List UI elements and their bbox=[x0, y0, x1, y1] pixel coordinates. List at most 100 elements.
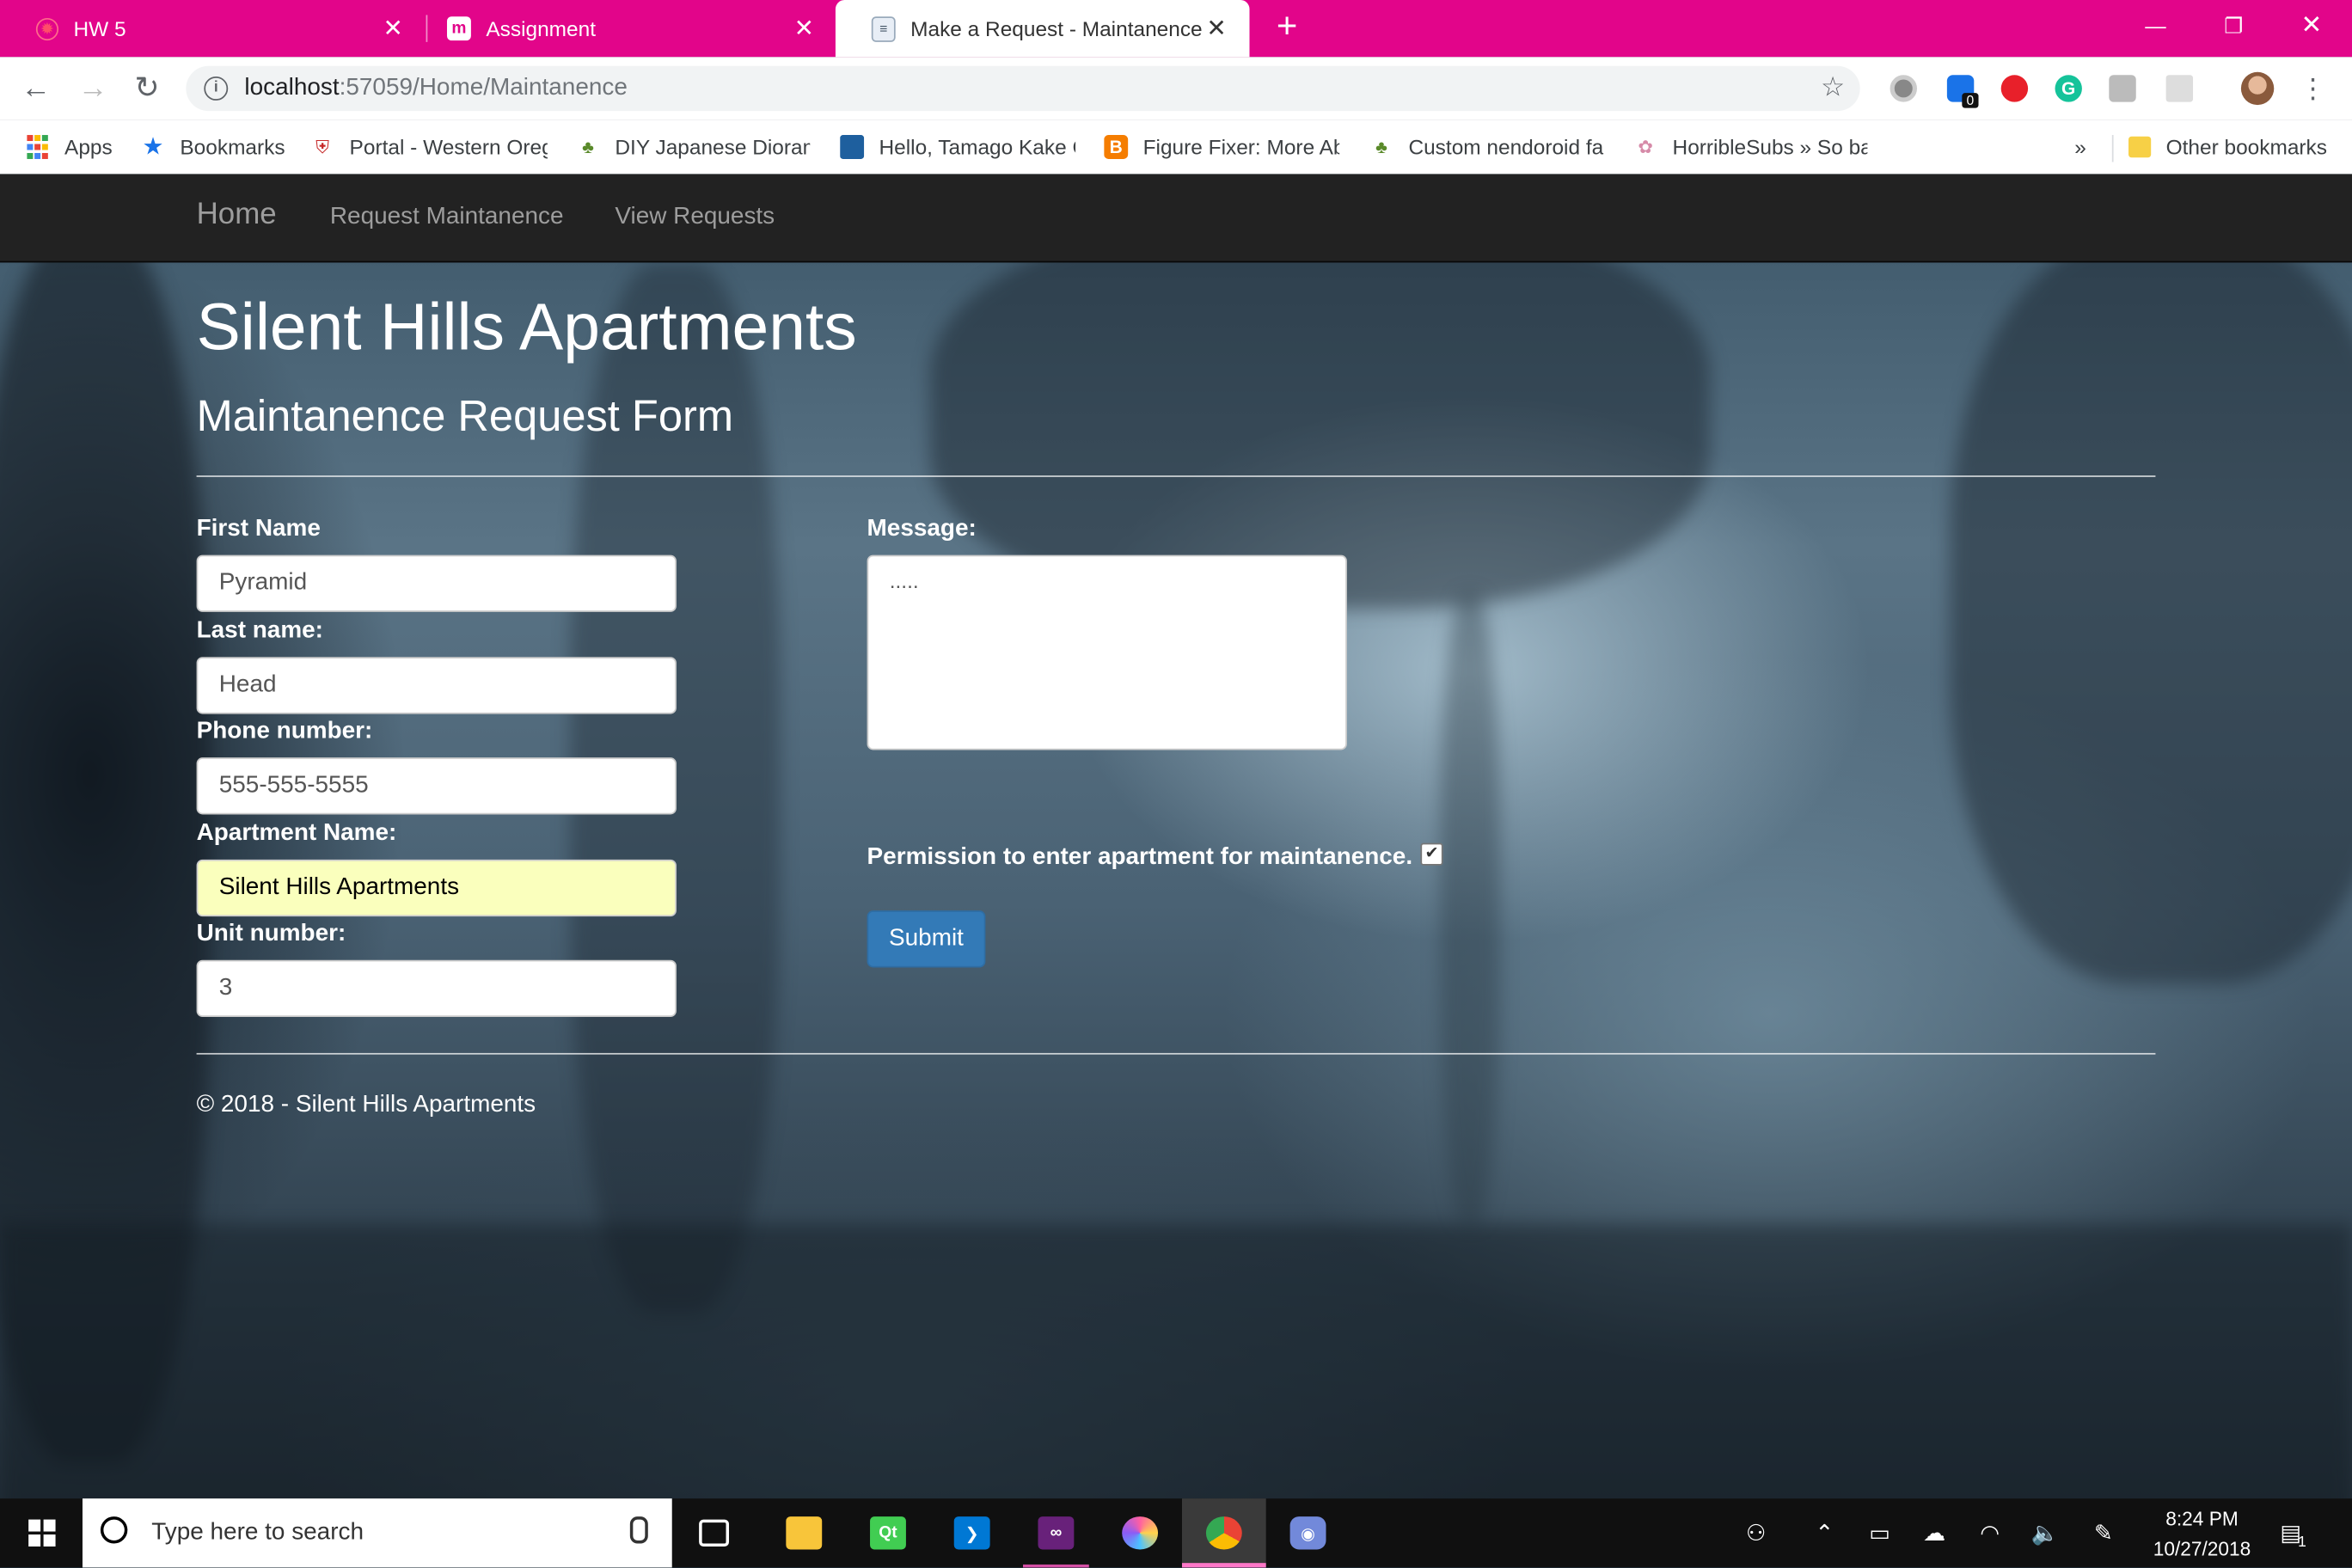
windows-taskbar: Type here to search Qt ❯ ∞ ◉ ⚇ ⌃ ▭ ☁ ◠ 🔈… bbox=[0, 1498, 2352, 1568]
bookmark-label: Hello, Tamago Kake G bbox=[879, 135, 1076, 159]
site-info-icon[interactable]: i bbox=[204, 76, 229, 101]
tab-title: HW 5 bbox=[73, 16, 126, 41]
discord-icon[interactable]: ◉ bbox=[1266, 1498, 1351, 1567]
tree-silhouette bbox=[1440, 593, 1500, 1224]
task-view-icon[interactable] bbox=[672, 1498, 756, 1567]
phone-input[interactable]: 555-555-5555 bbox=[196, 757, 677, 815]
bookmark-horriblesubs[interactable]: ✿ HorribleSubs » So ba bbox=[1633, 132, 1867, 162]
document-favicon-icon: ≡ bbox=[871, 15, 896, 41]
qt-creator-icon[interactable]: Qt bbox=[846, 1498, 930, 1567]
battery-icon[interactable]: ▭ bbox=[1869, 1520, 1890, 1547]
shield-icon: ⛨ bbox=[315, 135, 330, 157]
tab-title: Make a Request - Maintanence bbox=[910, 16, 1202, 41]
first-name-input[interactable]: Pyramid bbox=[196, 554, 677, 612]
window-close-button[interactable]: ✕ bbox=[2274, 0, 2349, 51]
vs-code-icon[interactable]: ❯ bbox=[930, 1498, 1014, 1567]
bookmark-nendoroid[interactable]: ♣ Custom nendoroid fa bbox=[1369, 132, 1603, 162]
last-name-input[interactable]: Head bbox=[196, 657, 677, 714]
bookmark-label: Apps bbox=[64, 135, 113, 159]
close-tab-icon[interactable]: ✕ bbox=[1202, 14, 1232, 44]
last-name-label: Last name: bbox=[196, 617, 323, 644]
browser-toolbar: ← → ↻ i localhost:57059/Home/Maintanence… bbox=[0, 57, 2352, 120]
more-bookmarks-chevron-icon[interactable]: » bbox=[2074, 132, 2095, 162]
tab-assignment[interactable]: m Assignment ✕ bbox=[411, 0, 837, 57]
message-textarea[interactable]: ..... bbox=[867, 554, 1347, 750]
bookmark-label: DIY Japanese Dioram bbox=[615, 135, 811, 159]
apps-grid-icon bbox=[26, 135, 50, 159]
menu-kebab-icon[interactable]: ⋮ bbox=[2295, 70, 2331, 107]
new-tab-button[interactable]: + bbox=[1269, 9, 1305, 45]
footer-copyright: © 2018 - Silent Hills Apartments bbox=[196, 1092, 536, 1118]
bookmark-bookmarks[interactable]: ★ Bookmarks bbox=[141, 132, 291, 162]
bookmark-other[interactable]: Other bookmarks bbox=[2128, 132, 2338, 162]
address-bar[interactable]: i localhost:57059/Home/Maintanence ☆ bbox=[186, 65, 1860, 112]
unit-number-label: Unit number: bbox=[196, 921, 346, 947]
minimize-button[interactable]: — bbox=[2118, 0, 2193, 51]
extension-gray-icon[interactable] bbox=[2109, 75, 2136, 102]
volume-icon[interactable]: 🔈 bbox=[2031, 1520, 2060, 1547]
pen-icon[interactable]: ✎ bbox=[2094, 1520, 2113, 1547]
chrome-icon[interactable] bbox=[1181, 1498, 1266, 1568]
bookmark-portal[interactable]: ⛨ Portal - Western Oreg bbox=[310, 132, 548, 162]
star-icon: ★ bbox=[142, 135, 164, 161]
pdf-extension-icon[interactable] bbox=[2165, 75, 2194, 102]
bookmark-star-icon[interactable]: ☆ bbox=[1821, 72, 1845, 104]
nav-brand-home[interactable]: Home bbox=[197, 198, 277, 232]
wifi-icon[interactable]: ◠ bbox=[1980, 1520, 2000, 1547]
tab-make-request[interactable]: ≡ Make a Request - Maintanence ✕ bbox=[835, 0, 1250, 58]
nav-request-maintanence[interactable]: Request Maintanence bbox=[330, 204, 564, 230]
back-arrow-icon[interactable]: ← bbox=[18, 70, 54, 107]
clock-date: 10/27/2018 bbox=[2153, 1537, 2251, 1560]
submit-button[interactable]: Submit bbox=[867, 910, 986, 968]
bookmark-diorama[interactable]: ♣ DIY Japanese Dioram bbox=[576, 132, 810, 162]
people-icon[interactable]: ⚇ bbox=[1746, 1520, 1766, 1547]
tab-hw5[interactable]: ✹ HW 5 ✕ bbox=[0, 0, 426, 57]
close-tab-icon[interactable]: ✕ bbox=[378, 14, 408, 44]
moodle-favicon-icon: m bbox=[446, 16, 471, 41]
url-text[interactable]: localhost:57059/Home/Maintanence bbox=[244, 75, 627, 101]
taskbar-clock[interactable]: 8:24 PM 10/27/2018 bbox=[2130, 1504, 2275, 1565]
profile-avatar[interactable] bbox=[2240, 71, 2275, 106]
onedrive-cloud-icon[interactable]: ☁ bbox=[1923, 1520, 1945, 1547]
bookmark-apps[interactable]: Apps bbox=[26, 132, 131, 162]
visual-studio-icon[interactable]: ∞ bbox=[1014, 1498, 1099, 1568]
reload-icon[interactable]: ↻ bbox=[129, 70, 165, 107]
grammarly-icon[interactable]: G bbox=[2055, 75, 2082, 102]
site-navbar: Home Request Maintanence View Requests bbox=[0, 174, 2352, 263]
bookmark-label: HorribleSubs » So ba bbox=[1672, 135, 1868, 159]
microphone-icon[interactable] bbox=[629, 1516, 648, 1544]
leaf-icon: ♣ bbox=[1375, 136, 1387, 158]
adblock-icon[interactable] bbox=[2000, 75, 2029, 102]
bookmark-label: Custom nendoroid fa bbox=[1408, 135, 1604, 159]
permission-checkbox[interactable]: ✔ bbox=[1420, 842, 1443, 866]
folder-box-icon bbox=[840, 135, 865, 159]
unit-number-input[interactable]: 3 bbox=[196, 959, 677, 1018]
nav-view-requests[interactable]: View Requests bbox=[615, 204, 775, 230]
folder-icon bbox=[2128, 136, 2152, 158]
bookmarks-bar: Apps ★ Bookmarks ⛨ Portal - Western Oreg… bbox=[0, 119, 2352, 176]
apartment-name-label: Apartment Name: bbox=[196, 820, 397, 847]
bookmark-label: Other bookmarks bbox=[2165, 135, 2327, 159]
bookmark-tamago[interactable]: Hello, Tamago Kake G bbox=[840, 132, 1075, 162]
blogger-icon: B bbox=[1104, 135, 1129, 159]
apartment-name-input[interactable]: Silent Hills Apartments bbox=[196, 859, 677, 917]
extension-circle-icon[interactable] bbox=[1890, 75, 1917, 102]
start-button[interactable] bbox=[0, 1498, 83, 1567]
taskbar-search[interactable]: Type here to search bbox=[82, 1498, 672, 1568]
form-title: Maintanence Request Form bbox=[196, 393, 733, 441]
bookmark-figure-fixer[interactable]: B Figure Fixer: More Ab bbox=[1104, 132, 1339, 162]
paint-app-icon[interactable] bbox=[1098, 1498, 1182, 1567]
permission-label: Permission to enter apartment for mainta… bbox=[867, 844, 1413, 871]
phone-label: Phone number: bbox=[196, 718, 373, 744]
bookmark-label: Bookmarks bbox=[180, 135, 285, 159]
url-host: localhost bbox=[244, 75, 340, 101]
file-explorer-icon[interactable] bbox=[762, 1498, 846, 1567]
close-tab-icon[interactable]: ✕ bbox=[789, 14, 819, 44]
restore-button[interactable]: ❐ bbox=[2196, 0, 2271, 51]
bookmark-label: Portal - Western Oreg bbox=[349, 135, 548, 159]
hw5-favicon-icon: ✹ bbox=[35, 17, 59, 40]
forward-arrow-icon[interactable]: → bbox=[75, 70, 111, 107]
tab-strip: ✹ HW 5 ✕ m Assignment ✕ ≡ Make a Request… bbox=[0, 0, 2352, 58]
show-hidden-icons-chevron-icon[interactable]: ⌃ bbox=[1815, 1520, 1834, 1547]
first-name-label: First Name bbox=[196, 516, 321, 542]
